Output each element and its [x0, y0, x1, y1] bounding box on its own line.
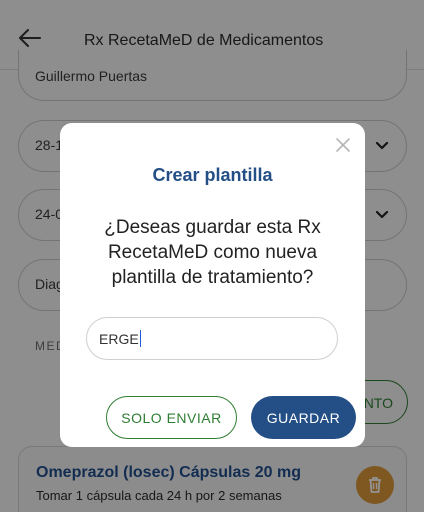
template-name-input[interactable]: ERGE	[86, 317, 338, 360]
text-caret	[139, 330, 141, 347]
dialog-title: Crear plantilla	[152, 165, 273, 185]
template-name-value: ERGE	[99, 330, 139, 347]
close-dialog-button[interactable]	[333, 135, 353, 155]
close-icon	[336, 138, 350, 152]
dialog-message: ¿Deseas guardar esta Rx RecetaMeD como n…	[104, 217, 321, 288]
send-only-button[interactable]: SOLO ENVIAR	[106, 396, 237, 439]
create-template-dialog: Crear plantilla ¿Deseas guardar esta Rx …	[60, 123, 365, 447]
save-button[interactable]: GUARDAR	[251, 396, 356, 439]
